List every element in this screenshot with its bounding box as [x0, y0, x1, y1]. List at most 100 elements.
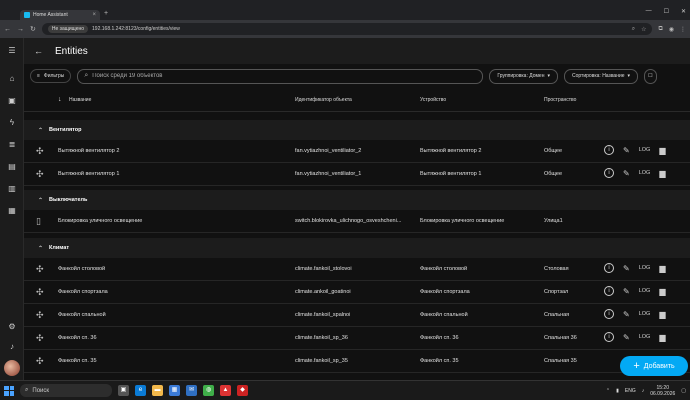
maximize-icon[interactable]: ☐ [664, 8, 669, 15]
minimize-icon[interactable]: — [646, 8, 652, 15]
security-warning[interactable]: Не защищено [47, 25, 89, 33]
log-button[interactable]: LOG [639, 334, 651, 340]
entity-area: Общее [544, 171, 563, 177]
entity-device: Фанкойл сп. 35 [420, 358, 459, 364]
info-icon[interactable]: i [604, 145, 614, 155]
info-icon[interactable]: i [604, 309, 614, 319]
mail-icon[interactable]: ✉ [186, 385, 197, 396]
group-header-switch[interactable]: ⌃ Выключатель [24, 190, 690, 210]
edit-pencil-icon[interactable]: ✎ [623, 146, 630, 155]
table-row[interactable]: ✣ Вытяжной вентилятор 2 fan.vytiazhnoi_v… [24, 140, 690, 163]
info-icon[interactable]: i [604, 168, 614, 178]
group-header-fan[interactable]: ⌃ Вентилятор [24, 120, 690, 140]
extensions-icon[interactable]: ⧉ [658, 26, 662, 33]
info-icon[interactable]: i [604, 263, 614, 273]
info-icon[interactable]: i [604, 332, 614, 342]
new-tab-button[interactable]: + [104, 10, 108, 17]
search-box[interactable]: ⌕ [77, 68, 484, 84]
edit-pencil-icon[interactable]: ✎ [623, 287, 630, 296]
fan-icon: ✣ [36, 146, 44, 156]
add-entity-button[interactable]: + Добавить [620, 356, 688, 376]
chevron-up-icon: ⌃ [38, 197, 44, 204]
file-explorer-icon[interactable]: ▬ [152, 385, 163, 396]
edit-pencil-icon[interactable]: ✎ [623, 333, 630, 342]
log-button[interactable]: LOG [639, 311, 651, 317]
close-window-icon[interactable]: ✕ [681, 8, 686, 15]
media-icon[interactable]: ▥ [7, 184, 17, 194]
table-row[interactable]: ✣ Фанкойл сп. 35 climate.fankoil_sp_35 Ф… [24, 350, 690, 373]
omnibox[interactable]: Не защищено 192.168.1.242:8123/config/en… [41, 23, 653, 35]
settings-gear-icon[interactable]: ⚙ [7, 322, 17, 332]
notifications-bell-icon[interactable]: ♪ [7, 342, 17, 352]
browser-tab[interactable]: Home Assistant × [20, 10, 100, 20]
volume-icon[interactable]: ♪ [642, 388, 645, 394]
entity-device: Вытяжной вентилятор 2 [420, 148, 482, 154]
edit-pencil-icon[interactable]: ✎ [623, 169, 630, 178]
chrome-icon[interactable]: ◍ [203, 385, 214, 396]
table-row[interactable]: ▯ Блокировка уличного освещение switch.b… [24, 210, 690, 233]
column-header-area[interactable]: Пространство [544, 97, 576, 103]
notifications-icon[interactable]: ▢ [681, 388, 686, 394]
browser-menu-icon[interactable]: ⋮ [680, 26, 686, 33]
column-header-name[interactable]: Название [69, 97, 91, 103]
network-icon[interactable]: ▮ [616, 388, 619, 394]
history-icon[interactable]: ▤ [7, 162, 17, 172]
group-header-climate[interactable]: ⌃ Климат [24, 238, 690, 258]
delete-trash-icon[interactable]: ▆ [659, 146, 665, 155]
menu-icon[interactable]: ☰ [7, 46, 17, 56]
table-row[interactable]: ✣ Фанкойл столовой climate.fankoil_stolo… [24, 258, 690, 281]
info-icon[interactable]: i [604, 286, 614, 296]
entity-area: Спальная [544, 312, 570, 318]
forward-icon[interactable]: → [17, 26, 24, 33]
entity-name: Фанкойл столовой [58, 266, 106, 272]
delete-trash-icon[interactable]: ▆ [659, 310, 665, 319]
reload-icon[interactable]: ↻ [30, 25, 36, 33]
bookmark-star-icon[interactable]: ☆ [641, 26, 646, 33]
delete-trash-icon[interactable]: ▆ [659, 287, 665, 296]
table-row[interactable]: ✣ Фанкойл спортзала climate.ankoil_goati… [24, 281, 690, 304]
back-icon[interactable]: ← [4, 26, 11, 33]
clock[interactable]: 15:20 06.09.2026 [650, 385, 675, 397]
language-indicator[interactable]: ENG [625, 388, 636, 394]
edit-pencil-icon[interactable]: ✎ [623, 264, 630, 273]
edit-pencil-icon[interactable]: ✎ [623, 310, 630, 319]
edge-icon[interactable]: e [135, 385, 146, 396]
overview-icon[interactable]: ⌂ [7, 74, 17, 84]
log-button[interactable]: LOG [639, 288, 651, 294]
log-button[interactable]: LOG [639, 170, 651, 176]
delete-trash-icon[interactable]: ▆ [659, 264, 665, 273]
profile-icon[interactable]: ◉ [669, 26, 674, 33]
sort-arrow-down-icon[interactable]: ↓ [58, 96, 62, 103]
logbook-icon[interactable]: ≣ [7, 140, 17, 150]
delete-trash-icon[interactable]: ▆ [659, 169, 665, 178]
log-button[interactable]: LOG [639, 147, 651, 153]
todo-icon[interactable]: ▦ [7, 206, 17, 216]
store-icon[interactable]: ▦ [169, 385, 180, 396]
app-icon-red[interactable]: ▲ [220, 385, 231, 396]
map-icon[interactable]: ▣ [7, 96, 17, 106]
energy-icon[interactable]: ϟ [7, 118, 17, 128]
select-mode-button[interactable]: ☐ [644, 68, 657, 84]
table-row[interactable]: ✣ Фанкойл спальной climate.fankoil_spaln… [24, 304, 690, 327]
group-by-button[interactable]: Группировка: Домен ▾ [489, 68, 558, 84]
tray-chevron-up-icon[interactable]: ⌃ [606, 388, 610, 394]
sort-by-button[interactable]: Сортировка: Название ▾ [563, 68, 639, 84]
column-header-entity-id[interactable]: Идентификатор объекта [295, 97, 352, 103]
fan-icon: ✣ [36, 310, 44, 320]
delete-trash-icon[interactable]: ▆ [659, 333, 665, 342]
log-button[interactable]: LOG [639, 265, 651, 271]
task-view-icon[interactable]: ▣ [118, 385, 129, 396]
avatar[interactable] [4, 360, 20, 376]
windows-start-icon[interactable] [4, 385, 14, 396]
close-tab-icon[interactable]: × [92, 12, 96, 18]
back-arrow-icon[interactable]: ← [34, 46, 43, 56]
column-header-device[interactable]: Устройство [420, 97, 446, 103]
table-row[interactable]: ✣ Фанкойл сп. 36 climate.fankoil_sp_36 Ф… [24, 327, 690, 350]
table-row[interactable]: ✣ Вытяжной вентилятор 1 fan.vytiazhnoi_v… [24, 163, 690, 186]
app-icon-red-2[interactable]: ◆ [237, 385, 248, 396]
taskbar-search[interactable]: ⌕ Поиск [20, 384, 112, 397]
url-text[interactable]: 192.168.1.242:8123/config/entities/view [92, 26, 180, 32]
zoom-icon[interactable]: ⌕ [632, 26, 635, 33]
search-input[interactable] [92, 73, 393, 79]
filters-button[interactable]: ≡ Фильтры [30, 69, 72, 83]
